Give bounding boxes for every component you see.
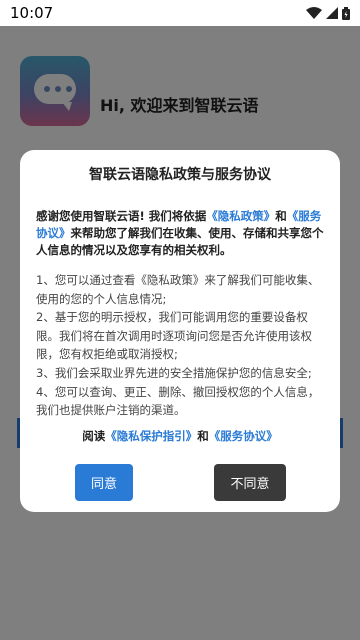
status-time: 10:07 [10,4,54,22]
status-bar: 10:07 [0,0,360,26]
agree-button[interactable]: 同意 [75,464,133,501]
battery-icon [342,6,350,20]
wifi-icon [306,7,322,19]
dialog-title: 智联云语隐私政策与服务协议 [89,167,271,183]
intro-text-continued: 来帮助您了解我们在收集、使用、存储和共享您个人信息的情况以及您享有的相关权利。 [36,226,324,257]
dialog-body: 1、您可以通过查看《隐私政策》来了解我们可能收集、使用的您的个人信息情况; 2、… [36,271,324,420]
terms-item: 4、您可以查询、更正、删除、撤回授权您的个人信息，我们也提供账户注销的渠道。 [36,384,320,418]
privacy-dialog: 智联云语隐私政策与服务协议 感谢您使用智联云语! 我们将依据《隐私政策》和《服务… [20,150,340,512]
terms-item: 2、基于您的明示授权，我们可能调用您的重要设备权限。我们将在首次调用时逐项询问您… [36,310,312,362]
signal-icon [326,7,338,19]
intro-and-text: 和 [275,209,287,223]
read-and-text: 和 [197,428,209,443]
read-links-line: 阅读《隐私保护指引》和《服务协议》 [36,428,324,444]
read-prefix: 阅读 [82,428,106,443]
privacy-policy-link[interactable]: 《隐私政策》 [206,209,275,223]
terms-item: 1、您可以通过查看《隐私政策》来了解我们可能收集、使用的您的个人信息情况; [36,273,320,306]
dialog-intro: 感谢您使用智联云语! 我们将依据《隐私政策》和《服务协议》来帮助您了解我们在收集… [36,208,324,259]
terms-item: 3、我们会采取业界先进的安全措施保护您的信息安全; [36,365,312,380]
disagree-button[interactable]: 不同意 [214,464,286,501]
status-icons [306,6,350,20]
intro-text: 感谢您使用智联云语! 我们将依据 [36,209,207,223]
service-agreement-bottom-link[interactable]: 《服务协议》 [209,429,278,443]
privacy-guide-link[interactable]: 《隐私保护指引》 [105,429,197,443]
